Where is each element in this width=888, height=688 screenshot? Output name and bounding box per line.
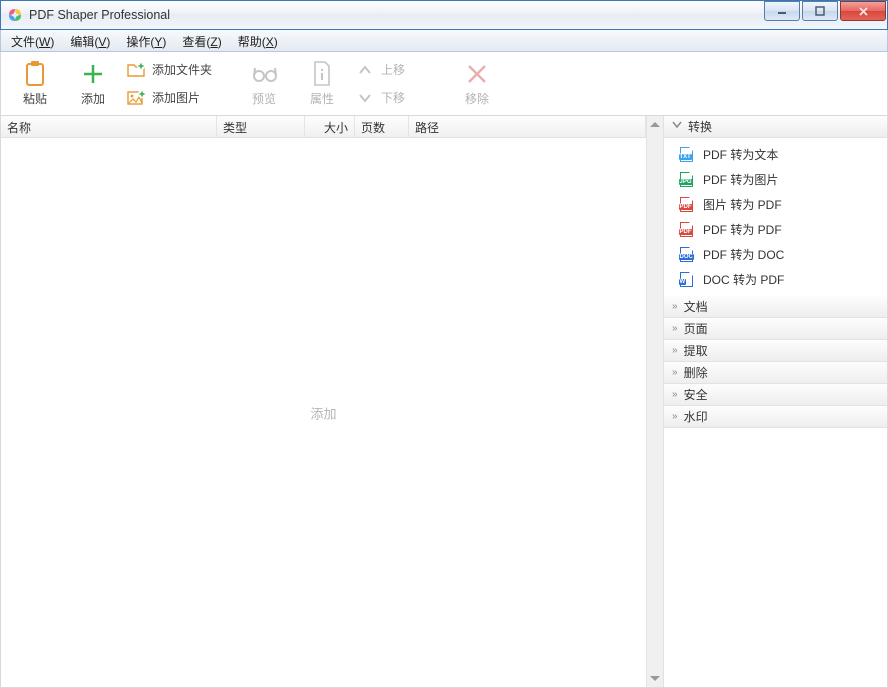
menu-bar: 文件(W) 编辑(V) 操作(Y) 查看(Z) 帮助(X) <box>0 30 888 52</box>
section-security-label: 安全 <box>684 386 708 403</box>
move-submenu: 上移 下移 <box>356 59 405 109</box>
file-type-icon: TXT <box>678 147 694 163</box>
menu-edit[interactable]: 编辑(V) <box>62 30 118 51</box>
add-folder-button[interactable]: 添加文件夹 <box>127 59 212 81</box>
empty-placeholder: 添加 <box>310 403 336 422</box>
menu-help[interactable]: 帮助(X) <box>230 30 286 51</box>
col-type[interactable]: 类型 <box>217 116 305 137</box>
window-title: PDF Shaper Professional <box>29 8 762 22</box>
convert-item[interactable]: DOC PDF 转为 DOC <box>664 242 887 267</box>
chevron-right-icon: » <box>672 345 678 356</box>
plus-icon <box>80 61 106 87</box>
clipboard-icon <box>22 61 48 87</box>
col-pages[interactable]: 页数 <box>355 116 409 137</box>
add-image-button[interactable]: 添加图片 <box>127 87 212 109</box>
toolbar: 粘贴 添加 添加文件夹 添加图片 预览 属性 上移 下移 <box>0 52 888 116</box>
image-plus-icon <box>127 89 145 107</box>
list-header: 名称 类型 大小 页数 路径 <box>1 116 646 138</box>
section-delete-label: 删除 <box>684 364 708 381</box>
section-extract-label: 提取 <box>684 342 708 359</box>
properties-button[interactable]: 属性 <box>294 56 350 112</box>
add-submenu: 添加文件夹 添加图片 <box>127 59 212 109</box>
window-controls <box>762 1 886 21</box>
app-icon <box>7 7 23 23</box>
convert-item-label: PDF 转为 DOC <box>703 246 784 263</box>
properties-label: 属性 <box>310 90 334 107</box>
add-label: 添加 <box>81 90 105 107</box>
file-info-icon <box>309 61 335 87</box>
section-document-label: 文档 <box>684 298 708 315</box>
remove-button[interactable]: 移除 <box>449 56 505 112</box>
close-button[interactable] <box>840 1 886 21</box>
convert-item-label: PDF 转为 PDF <box>703 221 782 238</box>
col-name[interactable]: 名称 <box>1 116 217 137</box>
list-body[interactable]: 添加 <box>1 138 646 687</box>
preview-button[interactable]: 预览 <box>236 56 292 112</box>
move-down-label: 下移 <box>381 89 405 106</box>
add-folder-label: 添加文件夹 <box>152 61 212 78</box>
chevron-up-icon <box>356 61 374 79</box>
file-type-icon: PDF <box>678 197 694 213</box>
col-path[interactable]: 路径 <box>409 116 646 137</box>
section-delete-header[interactable]: » 删除 <box>664 362 887 384</box>
section-convert-header[interactable]: 转换 <box>664 116 887 138</box>
paste-button[interactable]: 粘贴 <box>7 56 63 112</box>
remove-label: 移除 <box>465 90 489 107</box>
add-image-label: 添加图片 <box>152 89 200 106</box>
section-security-header[interactable]: » 安全 <box>664 384 887 406</box>
menu-file[interactable]: 文件(W) <box>3 30 62 51</box>
chevron-down-icon <box>356 89 374 107</box>
menu-operate[interactable]: 操作(Y) <box>118 30 174 51</box>
section-extract-header[interactable]: » 提取 <box>664 340 887 362</box>
maximize-button[interactable] <box>802 1 838 21</box>
convert-item[interactable]: JPG PDF 转为图片 <box>664 167 887 192</box>
section-page-header[interactable]: » 页面 <box>664 318 887 340</box>
chevron-right-icon: » <box>672 389 678 400</box>
section-watermark-header[interactable]: » 水印 <box>664 406 887 428</box>
preview-label: 预览 <box>252 90 276 107</box>
list-scrollbar[interactable] <box>646 116 663 687</box>
side-panel: 转换 TXTPDF 转为文本JPGPDF 转为图片PDF图片 转为 PDFPDF… <box>663 116 887 687</box>
section-convert-label: 转换 <box>688 118 712 135</box>
file-type-icon: JPG <box>678 172 694 188</box>
file-type-icon: PDF <box>678 222 694 238</box>
folder-plus-icon <box>127 61 145 79</box>
move-down-button[interactable]: 下移 <box>356 87 405 109</box>
col-size[interactable]: 大小 <box>305 116 355 137</box>
convert-item[interactable]: PDF PDF 转为 PDF <box>664 217 887 242</box>
add-button[interactable]: 添加 <box>65 56 121 112</box>
section-watermark-label: 水印 <box>684 408 708 425</box>
section-convert-body: TXTPDF 转为文本JPGPDF 转为图片PDF图片 转为 PDFPDFPDF… <box>664 138 887 296</box>
file-type-icon: W <box>678 272 694 288</box>
convert-item-label: PDF 转为图片 <box>703 171 778 188</box>
convert-item[interactable]: PDF 图片 转为 PDF <box>664 192 887 217</box>
menu-view[interactable]: 查看(Z) <box>174 30 229 51</box>
file-type-icon: DOC <box>678 247 694 263</box>
move-up-button[interactable]: 上移 <box>356 59 405 81</box>
glasses-icon <box>251 61 277 87</box>
convert-item-label: DOC 转为 PDF <box>703 271 784 288</box>
convert-item[interactable]: W DOC 转为 PDF <box>664 267 887 292</box>
convert-item-label: 图片 转为 PDF <box>703 196 782 213</box>
x-icon <box>464 61 490 87</box>
section-document-header[interactable]: » 文档 <box>664 296 887 318</box>
move-up-label: 上移 <box>381 61 405 78</box>
section-page-label: 页面 <box>684 320 708 337</box>
chevron-right-icon: » <box>672 301 678 312</box>
chevron-right-icon: » <box>672 367 678 378</box>
convert-item[interactable]: TXT PDF 转为文本 <box>664 142 887 167</box>
chevron-down-icon <box>672 121 682 132</box>
file-list: 名称 类型 大小 页数 路径 添加 <box>1 116 646 687</box>
paste-label: 粘贴 <box>23 90 47 107</box>
content-area: 名称 类型 大小 页数 路径 添加 转换 TXT PDF 转为文本 JPG PDF 转… <box>0 116 888 688</box>
convert-item-label: PDF 转为文本 <box>703 146 778 163</box>
title-bar: PDF Shaper Professional <box>0 0 888 30</box>
chevron-right-icon: » <box>672 323 678 334</box>
chevron-right-icon: » <box>672 411 678 422</box>
minimize-button[interactable] <box>764 1 800 21</box>
